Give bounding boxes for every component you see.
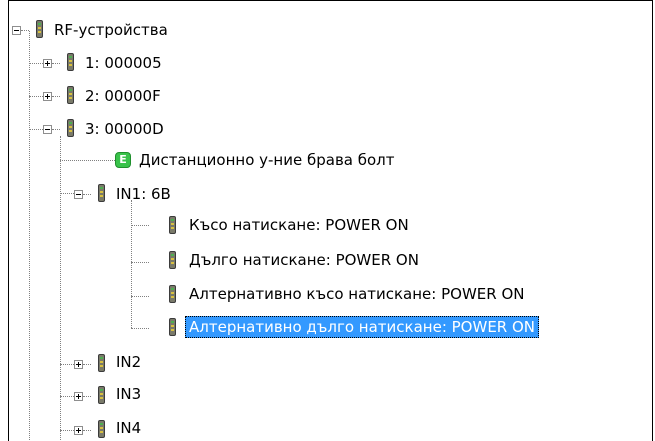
tree-node-in2[interactable]: IN2 [9,349,652,379]
tree-node-device-description[interactable]: E Дистанционно у-ние брава болт [9,147,652,177]
expand-icon[interactable] [43,59,52,68]
tree-node-in1-item[interactable]: Късо натискане: POWER ON [9,213,652,243]
e-badge-icon: E [115,152,131,168]
tree-node-label: Дистанционно у-ние брава болт [139,151,395,169]
tree-guide-line [83,194,91,195]
expand-icon[interactable] [43,92,52,101]
collapse-icon[interactable] [12,26,21,35]
rf-device-icon [67,86,74,104]
rf-device-icon [98,386,105,404]
expand-icon[interactable] [74,360,83,369]
collapse-icon[interactable] [43,125,52,134]
tree-node-device-1[interactable]: 1: 000005 [9,48,652,78]
rf-device-icon [67,119,74,137]
tree-node-label: 2: 00000F [85,87,161,105]
tree-guide-line [21,30,29,31]
rf-device-icon [36,20,43,38]
tree-node-device-3[interactable]: 3: 00000D [9,114,652,144]
tree-node-label: 3: 00000D [85,120,164,138]
tree-node-in3[interactable]: IN3 [9,381,652,411]
tree-node-root[interactable]: RF-устройства [9,15,652,45]
expand-icon[interactable] [74,426,83,435]
tree-node-label: IN1: 6B [116,185,171,203]
tree-node-in1-item-selected[interactable]: Алтернативно дълго натискане: POWER ON [9,314,652,344]
rf-device-icon [98,184,105,202]
tree-guide-line [52,96,60,97]
tree-node-label: RF-устройства [54,21,168,39]
tree-guide-line [52,63,60,64]
tree-node-in4[interactable]: IN4 [9,415,652,441]
tree-guide-line [83,364,91,365]
tree-node-label: Дълго натискане: POWER ON [189,251,419,269]
rf-device-tree[interactable]: RF-устройства 1: 000005 2: 00000F 3: 000… [9,1,652,441]
tree-node-label: IN4 [116,419,142,437]
tree-node-in1[interactable]: IN1: 6B [9,179,652,209]
tree-node-device-2[interactable]: 2: 00000F [9,81,652,111]
tree-node-label: 1: 000005 [85,54,162,72]
tree-node-label-selected: Алтернативно дълго натискане: POWER ON [185,316,540,338]
rf-device-icon [98,420,105,438]
tree-node-label: IN3 [116,385,142,403]
tree-guide-line [83,430,91,431]
rf-device-icon [169,285,176,303]
expand-icon[interactable] [74,392,83,401]
rf-device-icon [169,318,176,336]
rf-device-icon [67,53,74,71]
collapse-icon[interactable] [74,190,83,199]
tree-node-in1-item[interactable]: Алтернативно късо натискане: POWER ON [9,282,652,312]
tree-guide-line [83,396,91,397]
tree-node-label: Алтернативно късо натискане: POWER ON [189,285,525,303]
rf-device-icon [98,354,105,372]
rf-device-icon [169,216,176,234]
rf-device-icon [169,251,176,269]
tree-node-label: Късо натискане: POWER ON [189,216,409,234]
tree-view-frame: RF-устройства 1: 000005 2: 00000F 3: 000… [8,0,653,441]
tree-guide-line [52,129,60,130]
tree-node-in1-item[interactable]: Дълго натискане: POWER ON [9,248,652,278]
tree-node-label: IN2 [116,353,142,371]
